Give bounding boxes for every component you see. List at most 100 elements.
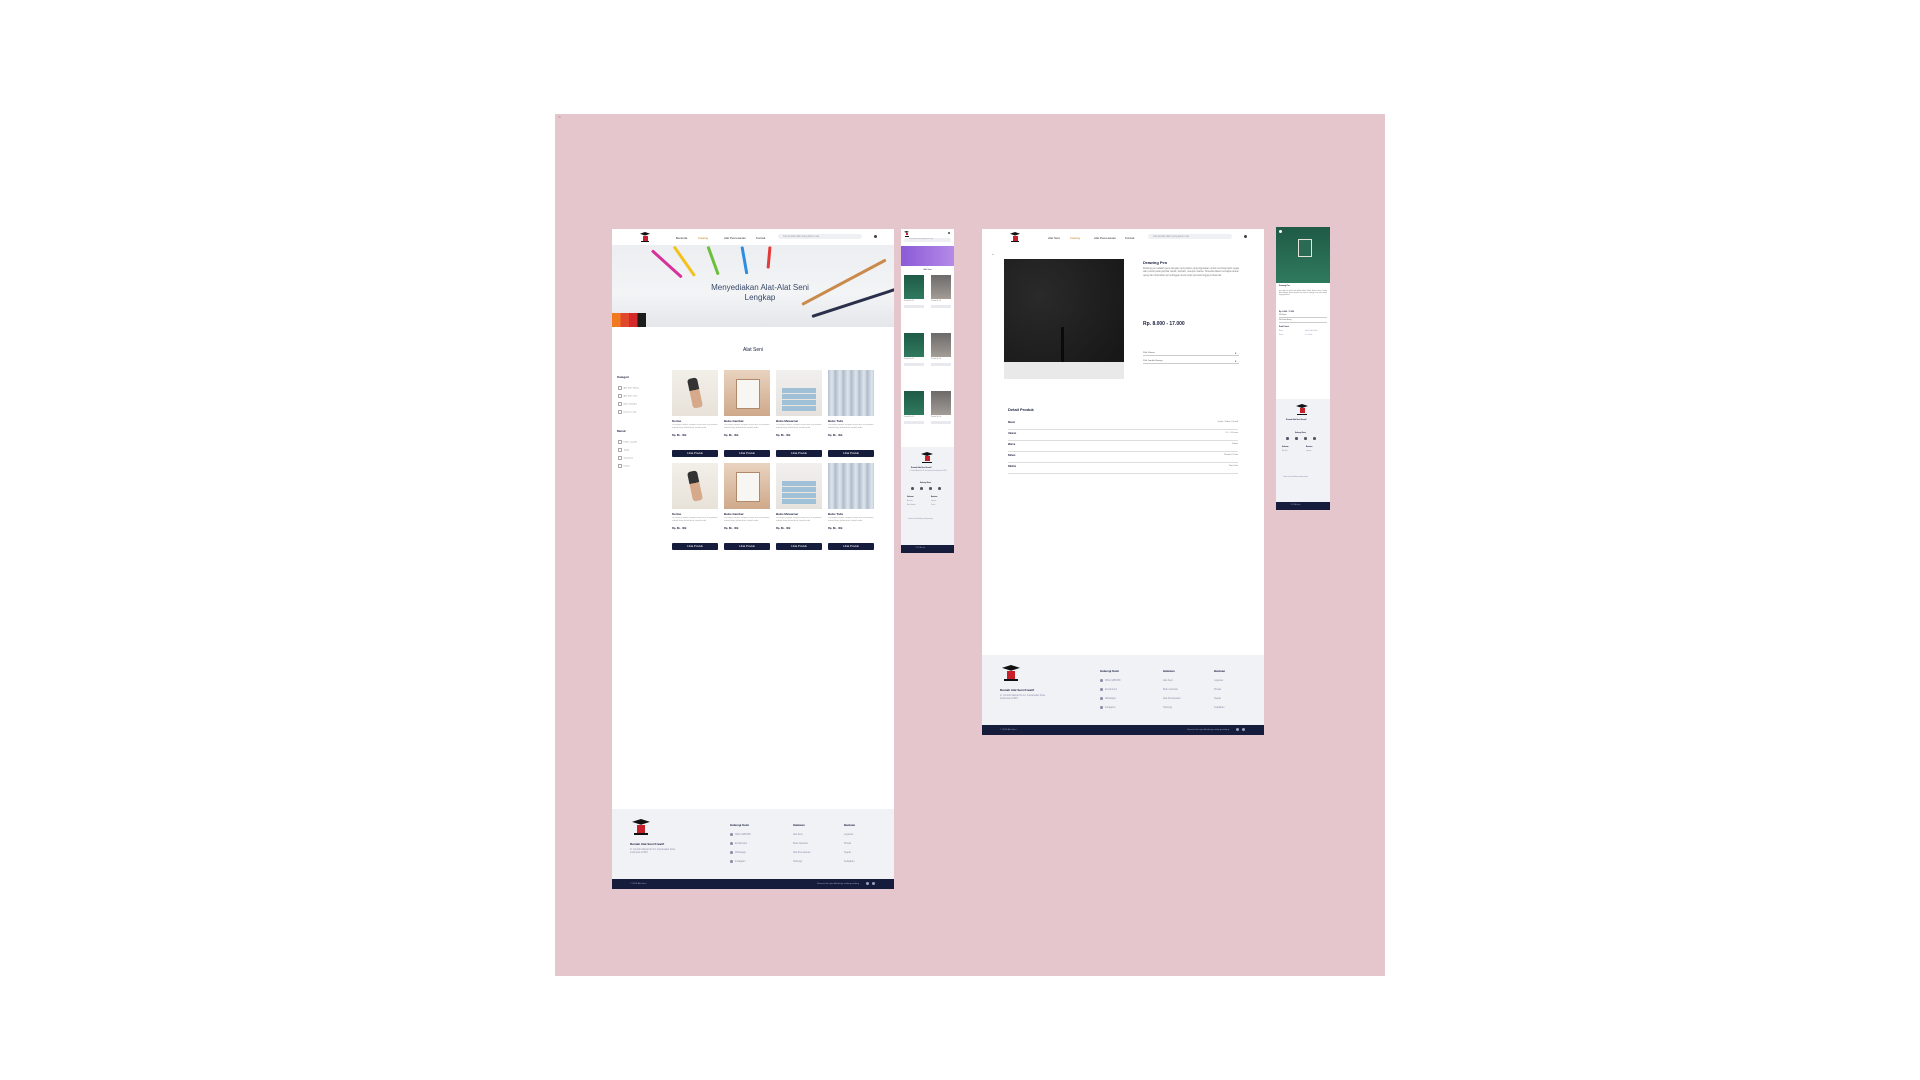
mobile-size-select[interactable]: Pilih Ukuran [1279,315,1327,318]
filter-option[interactable]: Snowman [618,456,634,460]
footer-link[interactable]: Email Kami [735,842,747,845]
quantity-select[interactable]: Pilih Jumlah Barang [1143,360,1239,364]
footer-link[interactable]: Alat Seni [793,833,803,836]
footer-link[interactable]: Layanan [1306,451,1311,452]
footer-link[interactable]: Whatsapp [1105,697,1116,700]
view-product-button[interactable]: Lihat Produk [724,450,770,457]
mobile-product-tile[interactable] [904,391,924,415]
footer-link[interactable]: Whatsapp [735,851,746,854]
facebook-icon[interactable] [1242,728,1245,731]
footer-link[interactable]: Email Kami [1105,688,1117,691]
user-icon[interactable] [874,235,877,238]
product-image[interactable] [828,370,874,416]
mobile-search-input[interactable]: Cari produk disini yang kamu mau [904,238,951,242]
mobile-product-tile[interactable] [904,275,924,299]
product-image[interactable] [776,370,822,416]
footer-link[interactable]: 0812-3456789 [1105,679,1120,682]
product-image[interactable] [828,463,874,509]
email-icon[interactable] [920,487,923,490]
instagram-icon[interactable] [938,487,941,490]
back-arrow-icon[interactable]: ← [991,251,995,256]
filter-option[interactable]: Kenko [618,464,630,468]
product-image[interactable] [672,370,718,416]
product-card[interactable]: Buku Gambar Deskripsi produk singkat untu… [724,463,770,550]
search-input[interactable]: Cari produk disini yang kamu mau [1148,234,1232,239]
product-card[interactable]: Kertas Deskripsi produk singkat untuk ala… [672,370,718,457]
back-icon[interactable] [1279,230,1282,233]
product-card[interactable]: Buku Tulis Deskripsi produk singkat untuk… [828,370,874,457]
view-product-button[interactable]: Lihat Produk [776,450,822,457]
mobile-logo[interactable] [904,231,909,236]
footer-link[interactable]: Kebijakan [1214,706,1225,709]
size-select[interactable]: Pilih Ukuran [1143,352,1239,356]
product-image[interactable] [724,463,770,509]
footer-link[interactable]: Hubungi [1163,706,1172,709]
footer-link[interactable]: Alat Pemesanan [793,851,811,854]
footer-link[interactable]: Kebijakan [844,860,855,863]
mobile-view-button[interactable] [904,305,924,308]
nav-link-catalog[interactable]: Katalog [698,236,708,240]
product-card[interactable]: Kertas Deskripsi produk singkat untuk ala… [672,463,718,550]
footer-link[interactable]: Layanan [844,833,853,836]
nav-link-order[interactable]: Alat Pemesanan [724,236,746,240]
nav-link-art[interactable]: Alat Seni [1048,236,1060,240]
filter-option[interactable]: Kanvas Lukis [618,410,637,414]
footer-link[interactable]: Buku Gambar [1163,688,1178,691]
view-product-button[interactable]: Lihat Produk [672,543,718,550]
view-product-button[interactable]: Lihat Produk [776,543,822,550]
mobile-quantity-select[interactable]: Pilih Jumlah Barang [1279,320,1327,323]
footer-link[interactable]: Instagram [1105,706,1116,709]
mobile-view-button[interactable] [904,363,924,366]
filter-option[interactable]: Faber Castell [618,440,637,444]
logo[interactable] [1010,232,1020,242]
footer-link[interactable]: Privasi [931,505,935,506]
product-card[interactable]: Buku Mewarnai Deskripsi produk singkat un… [776,370,822,457]
product-card[interactable]: Buku Mewarnai Deskripsi produk singkat un… [776,463,822,550]
instagram-icon[interactable] [1313,437,1316,440]
product-image[interactable] [672,463,718,509]
footer-link[interactable]: Alat Pemesanan [1163,697,1181,700]
nav-link-contact[interactable]: Kontak [756,236,765,240]
footer-link[interactable]: Alat Seni [1163,679,1173,682]
whatsapp-icon[interactable] [1304,437,1307,440]
email-icon[interactable] [1295,437,1298,440]
mobile-product-tile[interactable] [931,333,951,357]
mobile-menu-icon[interactable] [948,232,950,234]
footer-link[interactable]: Buku Gambar [907,505,916,506]
nav-link-catalog[interactable]: Katalog [1070,236,1080,240]
mobile-product-tile[interactable] [931,391,951,415]
product-image[interactable] [776,463,822,509]
mobile-product-tile[interactable] [904,333,924,357]
phone-icon[interactable] [1286,437,1289,440]
footer-link[interactable]: Alat Seni [1282,451,1288,452]
mobile-view-button[interactable] [931,363,951,366]
mobile-view-button[interactable] [931,305,951,308]
logo[interactable] [640,232,650,242]
view-product-button[interactable]: Lihat Produk [724,543,770,550]
nav-link-contact[interactable]: Kontak [1125,236,1134,240]
footer-link[interactable]: Privasi [844,842,851,845]
footer-link[interactable]: Instagram [735,860,746,863]
chevron-down-icon[interactable]: ▾ [1235,360,1236,363]
nav-link-home[interactable]: Beranda [676,236,687,240]
footer-link[interactable]: Syarat [844,851,851,854]
product-card[interactable]: Buku Tulis Deskripsi produk singkat untuk… [828,463,874,550]
footer-link[interactable]: Layanan [931,501,936,502]
filter-option[interactable]: Buku Gambar [618,402,638,406]
search-input[interactable]: Cari produk disini yang kamu mau [778,234,862,239]
facebook-icon[interactable] [872,882,875,885]
footer-link[interactable]: 0812-3456789 [735,833,750,836]
view-product-button[interactable]: Lihat Produk [828,450,874,457]
product-image[interactable] [724,370,770,416]
mobile-view-button[interactable] [931,421,951,424]
whatsapp-icon[interactable] [929,487,932,490]
footer-link[interactable]: Buku Gambar [793,842,808,845]
view-product-button[interactable]: Lihat Produk [672,450,718,457]
view-product-button[interactable]: Lihat Produk [828,543,874,550]
mobile-view-button[interactable] [904,421,924,424]
mobile-product-tile[interactable] [931,275,951,299]
filter-option[interactable]: Alat Seni Tulis [618,394,638,398]
phone-icon[interactable] [911,487,914,490]
filter-option[interactable]: Alat Seni Warna [618,386,640,390]
footer-link[interactable]: Alat Seni [907,501,913,502]
